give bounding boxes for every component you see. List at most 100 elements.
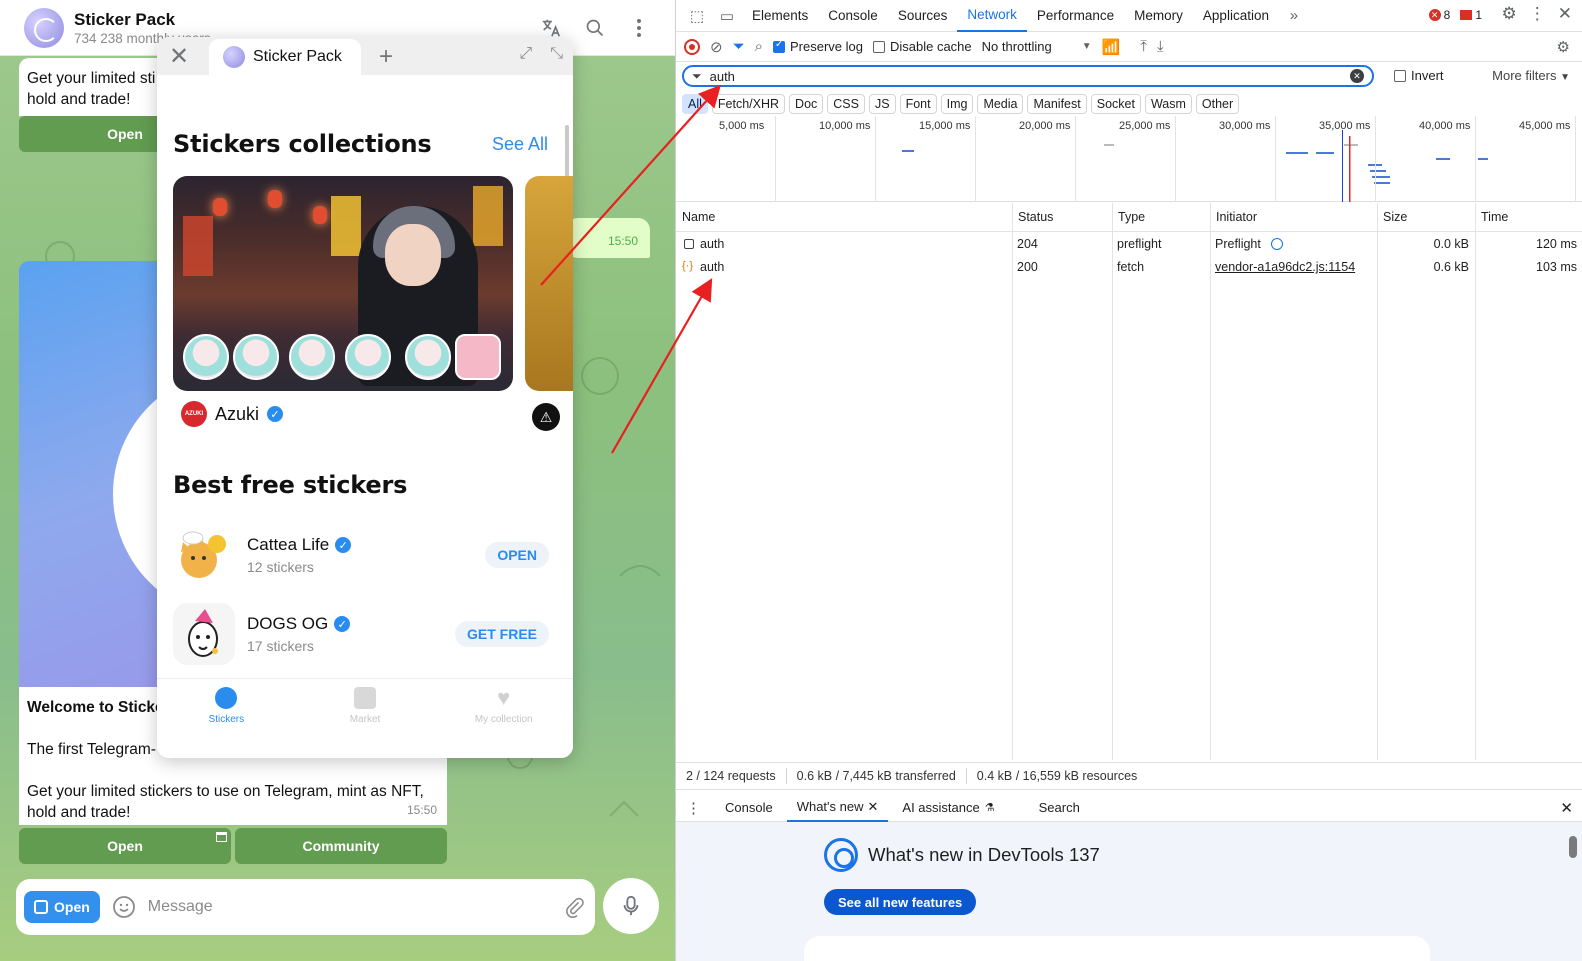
filter-funnel-icon[interactable]: ⏷ xyxy=(733,38,745,55)
filter-input[interactable]: ⏷ auth ✕ xyxy=(682,65,1374,87)
scrollbar[interactable] xyxy=(1569,836,1577,858)
device-toolbar-icon[interactable]: ▭ xyxy=(712,1,742,31)
close-icon[interactable]: ✕ xyxy=(1558,4,1572,24)
tab-console[interactable]: Console xyxy=(818,0,888,32)
column-header-size[interactable]: Size xyxy=(1377,203,1407,231)
disable-cache-checkbox[interactable]: Disable cache xyxy=(872,39,972,54)
close-icon[interactable]: ✕ xyxy=(157,37,201,75)
resource-type-filters: All Fetch/XHR Doc CSS JS Font Img Media Manifest… xyxy=(676,90,1582,118)
type-filter-font[interactable]: Font xyxy=(899,94,937,114)
drawer-tab-console[interactable]: Console xyxy=(715,794,783,822)
column-header-initiator[interactable]: Initiator xyxy=(1210,203,1257,231)
network-overview-timeline[interactable]: 5,000 ms 10,000 ms 15,000 ms 20,000 ms 25,00… xyxy=(676,116,1582,202)
more-vertical-icon[interactable]: ⋮ xyxy=(1529,4,1546,24)
nav-item-stickers[interactable]: Stickers xyxy=(157,679,296,758)
drawer-tab-search[interactable]: Search xyxy=(1029,794,1090,822)
more-tabs-chevron-icon[interactable]: » xyxy=(1279,1,1309,31)
type-filter-doc[interactable]: Doc xyxy=(789,94,824,114)
type-filter-media[interactable]: Media xyxy=(977,94,1024,114)
nav-item-market[interactable]: Market xyxy=(296,679,435,758)
table-row[interactable]: auth 204 preflight Preflight 0.0 kB 120 … xyxy=(676,233,1582,256)
close-tab-icon[interactable]: ✕ xyxy=(868,799,879,815)
inspect-element-icon[interactable]: ⬚ xyxy=(682,1,712,31)
open-button[interactable]: Open xyxy=(19,828,231,864)
chat-avatar[interactable] xyxy=(24,7,64,48)
composer-open-label: Open xyxy=(54,899,90,915)
community-button[interactable]: Community xyxy=(235,828,447,864)
tab-sources[interactable]: Sources xyxy=(888,0,958,32)
telegram-window: Sticker Pack 734 238 monthly users Get y… xyxy=(0,0,675,961)
import-har-icon[interactable]: ⤒ xyxy=(1140,38,1147,55)
attach-icon[interactable] xyxy=(563,896,585,918)
mini-app-tab[interactable]: Sticker Pack xyxy=(209,39,361,75)
preflight-info-icon[interactable] xyxy=(1271,238,1283,250)
drawer-tab-label: What's new xyxy=(796,799,864,814)
emoji-icon[interactable] xyxy=(112,895,136,919)
app-window-icon xyxy=(34,900,48,914)
network-settings-gear-icon[interactable]: ⚙ xyxy=(1557,38,1570,56)
type-filter-fetch-xhr[interactable]: Fetch/XHR xyxy=(711,94,786,114)
table-row[interactable]: {·} auth 200 fetch vendor-a1a96dc2.js:11… xyxy=(676,256,1582,279)
collection-banner-next[interactable] xyxy=(525,176,573,391)
throttling-select[interactable]: No throttling ▼ xyxy=(982,39,1092,54)
warning-icon[interactable]: ⚠ xyxy=(532,403,560,431)
invert-checkbox[interactable]: Invert xyxy=(1394,68,1444,83)
more-vertical-icon[interactable] xyxy=(617,6,661,50)
expand-icon[interactable]: ⤢ xyxy=(519,45,532,63)
search-icon[interactable] xyxy=(573,6,617,50)
tab-application[interactable]: Application xyxy=(1193,0,1279,32)
column-header-name[interactable]: Name xyxy=(676,203,715,231)
tab-performance[interactable]: Performance xyxy=(1027,0,1124,32)
open-pack-button[interactable]: OPEN xyxy=(485,542,549,568)
type-filter-css[interactable]: CSS xyxy=(827,94,865,114)
clear-icon[interactable]: ⊘ xyxy=(710,38,723,56)
microphone-button[interactable] xyxy=(603,878,659,934)
filter-bar: ⏷ auth ✕ Invert More filters ▼ xyxy=(676,62,1582,90)
collapse-icon[interactable]: ⤡ xyxy=(550,45,563,63)
issue-badges[interactable]: ✕ 8 1 xyxy=(1428,8,1482,22)
drawer-tab-ai-assistance[interactable]: AI assistance ⚗ xyxy=(892,794,1004,822)
new-tab-plus-icon[interactable]: + xyxy=(379,43,393,71)
tab-network[interactable]: Network xyxy=(957,0,1027,32)
initiator-link[interactable]: vendor-a1a96dc2.js:1154 xyxy=(1215,260,1355,274)
message-input[interactable]: Message xyxy=(112,895,563,919)
section-title-free: Best free stickers xyxy=(173,471,408,499)
drawer-tab-whats-new[interactable]: What's new ✕ xyxy=(786,794,889,822)
get-free-button[interactable]: GET FREE xyxy=(454,621,549,647)
disable-cache-label: Disable cache xyxy=(889,39,972,54)
list-item[interactable]: Cattea Life ✓ 12 stickers OPEN xyxy=(173,523,557,587)
more-filters-dropdown[interactable]: More filters ▼ xyxy=(1492,68,1570,83)
request-status: 204 xyxy=(1017,237,1038,251)
composer-open-button[interactable]: Open xyxy=(24,891,100,923)
collection-banner-azuki[interactable] xyxy=(173,176,513,391)
type-filter-all[interactable]: All xyxy=(682,94,708,114)
collection-title-row[interactable]: AZUKI Azuki ✓ xyxy=(181,401,284,427)
clear-filter-icon[interactable]: ✕ xyxy=(1350,69,1364,83)
column-header-time[interactable]: Time xyxy=(1475,203,1508,231)
type-filter-other[interactable]: Other xyxy=(1195,94,1240,114)
type-filter-js[interactable]: JS xyxy=(868,94,896,114)
export-har-icon[interactable]: ⤓ xyxy=(1157,38,1164,55)
record-icon[interactable] xyxy=(684,38,700,55)
type-filter-manifest[interactable]: Manifest xyxy=(1027,94,1087,114)
search-icon[interactable]: ⌕ xyxy=(755,38,763,55)
network-conditions-icon[interactable]: 📶 xyxy=(1102,38,1121,56)
close-drawer-icon[interactable]: ✕ xyxy=(1560,799,1573,817)
preserve-log-checkbox[interactable]: Preserve log xyxy=(773,39,863,54)
list-item[interactable]: DOGS OG ✓ 17 stickers GET FREE xyxy=(173,602,557,666)
nav-label: Stickers xyxy=(208,714,245,725)
see-all-link[interactable]: See All xyxy=(492,134,548,155)
tab-elements[interactable]: Elements xyxy=(742,0,818,32)
column-header-status[interactable]: Status xyxy=(1012,203,1053,231)
see-all-features-button[interactable]: See all new features xyxy=(824,889,977,915)
type-filter-socket[interactable]: Socket xyxy=(1090,94,1141,114)
nav-item-my-collection[interactable]: ♥ My collection xyxy=(434,679,573,758)
type-filter-wasm[interactable]: Wasm xyxy=(1144,94,1192,114)
type-filter-img[interactable]: Img xyxy=(940,94,974,114)
throttling-value: No throttling xyxy=(981,39,1052,54)
request-size: 0.6 kB xyxy=(1433,260,1469,274)
tab-memory[interactable]: Memory xyxy=(1124,0,1193,32)
drawer-menu-icon[interactable]: ⋮ xyxy=(686,799,701,817)
settings-gear-icon[interactable]: ⚙ xyxy=(1502,4,1517,24)
column-header-type[interactable]: Type xyxy=(1112,203,1145,231)
